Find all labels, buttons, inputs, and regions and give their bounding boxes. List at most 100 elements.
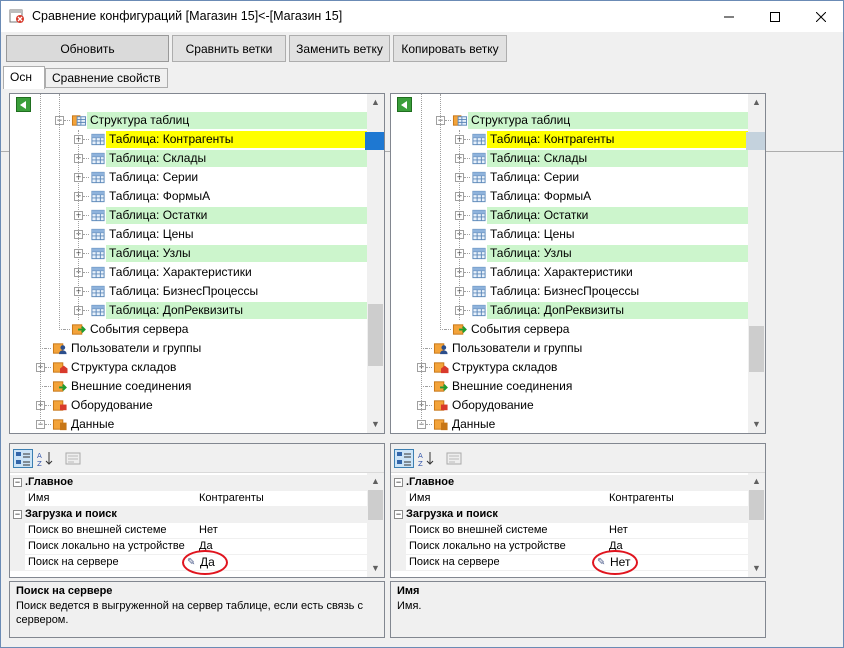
- tree-guide-line: [459, 130, 460, 320]
- tree-row[interactable]: + Таблица: Склады: [10, 149, 369, 168]
- tree-row[interactable]: − Структура таблиц: [10, 111, 369, 130]
- alphabetical-view-button[interactable]: AZ: [416, 449, 436, 468]
- right-grid-scrollbar[interactable]: ▲ ▼: [748, 473, 765, 577]
- tree-row[interactable]: + Таблица: Узлы: [391, 244, 750, 263]
- tree-row[interactable]: + Таблица: Контрагенты: [391, 130, 750, 149]
- tree-row[interactable]: Внешние соединения: [391, 377, 750, 396]
- scroll-down-icon[interactable]: ▼: [748, 416, 765, 433]
- tree-row[interactable]: + Оборудование: [391, 396, 750, 415]
- grid-property-row[interactable]: Поиск во внешней системе Нет: [10, 523, 367, 539]
- diff-highlight-circle: [182, 550, 228, 575]
- compare-branches-button[interactable]: Сравнить ветки: [172, 35, 286, 62]
- tree-row[interactable]: Пользователи и группы: [10, 339, 369, 358]
- copy-branch-button[interactable]: Копировать ветку: [393, 35, 507, 62]
- left-tree-scroll-thumb[interactable]: [368, 304, 383, 366]
- grid-property-name: Поиск на сервере: [409, 556, 500, 568]
- svg-text:A: A: [37, 452, 42, 460]
- property-pages-button[interactable]: [444, 449, 464, 468]
- tree-row[interactable]: + Таблица: ФормыА: [10, 187, 369, 206]
- tree-row[interactable]: + Таблица: Серии: [391, 168, 750, 187]
- tree-connector: [45, 367, 51, 368]
- tab-main[interactable]: Осн: [3, 66, 45, 89]
- scroll-up-icon[interactable]: ▲: [748, 473, 765, 490]
- users-icon: [433, 341, 449, 356]
- collapse-icon[interactable]: −: [13, 510, 22, 519]
- tree-item-label: Таблица: ДопРеквизиты: [109, 303, 243, 317]
- scroll-up-icon[interactable]: ▲: [367, 473, 384, 490]
- back-arrow-icon[interactable]: [16, 97, 31, 112]
- tree-row[interactable]: + Структура складов: [10, 358, 369, 377]
- collapse-icon[interactable]: −: [394, 478, 403, 487]
- right-grid-scroll-thumb[interactable]: [749, 490, 764, 520]
- tree-row[interactable]: + Таблица: Цены: [391, 225, 750, 244]
- scroll-up-icon[interactable]: ▲: [748, 94, 765, 111]
- tree-row[interactable]: + Таблица: Характеристики: [10, 263, 369, 282]
- tree-connector: [83, 139, 89, 140]
- tree-row[interactable]: + Структура складов: [391, 358, 750, 377]
- tree-row[interactable]: + Таблица: Узлы: [10, 244, 369, 263]
- tree-connector: [464, 253, 470, 254]
- tree-row[interactable]: + Таблица: ФормыА: [391, 187, 750, 206]
- tree-row[interactable]: − Данные: [391, 415, 750, 433]
- grid-category[interactable]: − Загрузка и поиск: [10, 507, 367, 523]
- left-grid-scrollbar[interactable]: ▲ ▼: [367, 473, 384, 577]
- grid-property-value[interactable]: Контрагенты: [199, 492, 264, 504]
- grid-property-row[interactable]: Имя Контрагенты: [10, 491, 367, 507]
- left-grid-scroll-thumb[interactable]: [368, 490, 383, 520]
- collapse-icon[interactable]: −: [394, 510, 403, 519]
- scroll-down-icon[interactable]: ▼: [367, 560, 384, 577]
- tree-row[interactable]: События сервера: [10, 320, 369, 339]
- tree-row[interactable]: + Таблица: ДопРеквизиты: [391, 301, 750, 320]
- collapse-icon[interactable]: −: [13, 478, 22, 487]
- tree-row[interactable]: + Таблица: БизнесПроцессы: [10, 282, 369, 301]
- tree-row[interactable]: Внешние соединения: [10, 377, 369, 396]
- grid-property-row[interactable]: Поиск локально на устройстве Да: [391, 539, 748, 555]
- tree-row[interactable]: + Таблица: Контрагенты: [10, 130, 369, 149]
- tree-row[interactable]: + Оборудование: [10, 396, 369, 415]
- grid-property-row[interactable]: Поиск на сервере ✎ Нет: [391, 555, 748, 571]
- grid-category[interactable]: − .Главное: [10, 475, 367, 491]
- grid-property-name: Имя: [409, 492, 431, 504]
- scroll-up-icon[interactable]: ▲: [367, 94, 384, 111]
- alphabetical-view-button[interactable]: AZ: [35, 449, 55, 468]
- right-tree-pane[interactable]: − Структура таблиц + Таблица: Контрагент…: [390, 93, 766, 434]
- tree-row[interactable]: + Таблица: БизнесПроцессы: [391, 282, 750, 301]
- categorized-view-button[interactable]: [394, 449, 414, 468]
- maximize-button[interactable]: [752, 1, 798, 32]
- tree-row[interactable]: + Таблица: Серии: [10, 168, 369, 187]
- tree-row[interactable]: + Таблица: Цены: [10, 225, 369, 244]
- tree-row[interactable]: + Таблица: Склады: [391, 149, 750, 168]
- categorized-view-button[interactable]: [13, 449, 33, 468]
- right-property-grid[interactable]: AZ − .Главное Имя Контрагенты − Загрузка…: [390, 443, 766, 578]
- grid-category[interactable]: − Загрузка и поиск: [391, 507, 748, 523]
- tab-compare-properties[interactable]: Сравнение свойств: [45, 68, 168, 88]
- tree-row[interactable]: + Таблица: Характеристики: [391, 263, 750, 282]
- minimize-button[interactable]: [706, 1, 752, 32]
- tree-row[interactable]: − Структура таблиц: [391, 111, 750, 130]
- tree-row[interactable]: События сервера: [391, 320, 750, 339]
- grid-property-value[interactable]: Нет: [199, 524, 218, 536]
- grid-property-row[interactable]: Имя Контрагенты: [391, 491, 748, 507]
- left-tree-pane[interactable]: − Структура таблиц + Таблица: Контрагент…: [9, 93, 385, 434]
- scroll-down-icon[interactable]: ▼: [748, 560, 765, 577]
- property-pages-button[interactable]: [63, 449, 83, 468]
- tree-row[interactable]: Пользователи и группы: [391, 339, 750, 358]
- tree-row[interactable]: + Таблица: Остатки: [391, 206, 750, 225]
- grid-property-value[interactable]: Нет: [609, 524, 628, 536]
- grid-category[interactable]: − .Главное: [391, 475, 748, 491]
- tree-row[interactable]: − Данные: [10, 415, 369, 433]
- left-property-grid[interactable]: AZ − .Главное Имя Контрагенты − Загрузка…: [9, 443, 385, 578]
- close-button[interactable]: [798, 1, 844, 32]
- back-arrow-icon[interactable]: [397, 97, 412, 112]
- right-tree-scroll-thumb[interactable]: [749, 326, 764, 372]
- tree-connector: [83, 215, 89, 216]
- refresh-button[interactable]: Обновить: [6, 35, 169, 62]
- tree-row[interactable]: + Таблица: Остатки: [10, 206, 369, 225]
- tree-connector: [40, 386, 49, 387]
- scroll-down-icon[interactable]: ▼: [367, 416, 384, 433]
- grid-property-value[interactable]: Контрагенты: [609, 492, 674, 504]
- tree-row[interactable]: + Таблица: ДопРеквизиты: [10, 301, 369, 320]
- tree-connector: [59, 329, 68, 330]
- replace-branch-button[interactable]: Заменить ветку: [289, 35, 390, 62]
- grid-property-row[interactable]: Поиск во внешней системе Нет: [391, 523, 748, 539]
